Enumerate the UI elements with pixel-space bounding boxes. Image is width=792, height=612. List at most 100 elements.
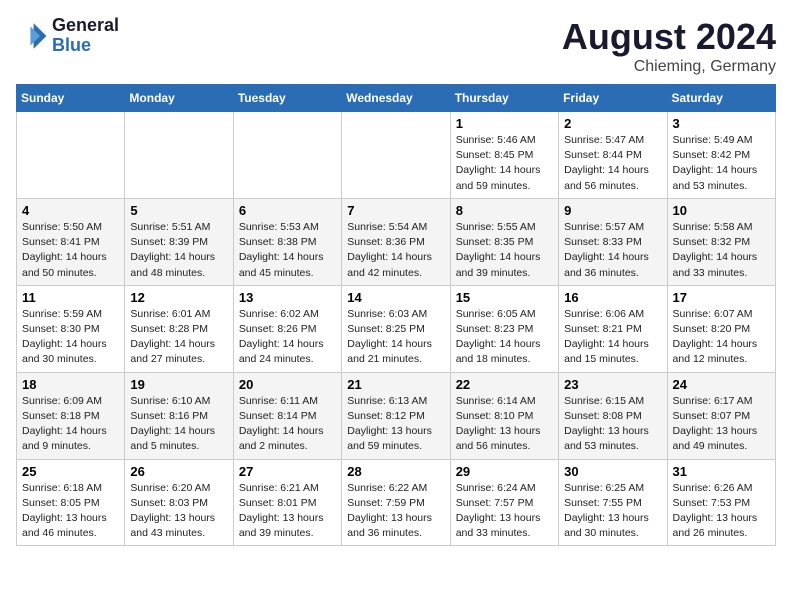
day-number: 15 (456, 290, 553, 305)
calendar-cell: 14 Sunrise: 6:03 AM Sunset: 8:25 PM Dayli… (342, 285, 450, 372)
weekday-header: Thursday (450, 85, 558, 112)
day-info: Sunrise: 6:26 AM Sunset: 7:53 PM Dayligh… (673, 481, 770, 542)
calendar-cell: 15 Sunrise: 6:05 AM Sunset: 8:23 PM Dayli… (450, 285, 558, 372)
day-number: 29 (456, 464, 553, 479)
day-info: Sunrise: 6:24 AM Sunset: 7:57 PM Dayligh… (456, 481, 553, 542)
calendar-cell: 5Sunrise: 5:51 AM Sunset: 8:39 PM Daylig… (125, 198, 233, 285)
day-info: Sunrise: 5:50 AM Sunset: 8:41 PM Dayligh… (22, 220, 119, 281)
calendar-cell: 16 Sunrise: 6:06 AM Sunset: 8:21 PM Dayli… (559, 285, 667, 372)
calendar-cell (17, 112, 125, 199)
calendar-week-row: 11 Sunrise: 5:59 AM Sunset: 8:30 PM Dayli… (17, 285, 776, 372)
day-info: Sunrise: 6:03 AM Sunset: 8:25 PM Dayligh… (347, 307, 444, 368)
calendar-cell (233, 112, 341, 199)
calendar-cell: 28Sunrise: 6:22 AM Sunset: 7:59 PM Dayli… (342, 459, 450, 546)
day-info: Sunrise: 6:14 AM Sunset: 8:10 PM Dayligh… (456, 394, 553, 455)
day-info: Sunrise: 5:54 AM Sunset: 8:36 PM Dayligh… (347, 220, 444, 281)
calendar-cell (125, 112, 233, 199)
day-info: Sunrise: 5:55 AM Sunset: 8:35 PM Dayligh… (456, 220, 553, 281)
day-number: 23 (564, 377, 661, 392)
calendar-cell: 4 Sunrise: 5:50 AM Sunset: 8:41 PM Daylig… (17, 198, 125, 285)
day-number: 22 (456, 377, 553, 392)
day-info: Sunrise: 5:49 AM Sunset: 8:42 PM Dayligh… (673, 133, 770, 194)
calendar-week-row: 18 Sunrise: 6:09 AM Sunset: 8:18 PM Dayli… (17, 372, 776, 459)
day-number: 1 (456, 116, 553, 131)
day-info: Sunrise: 6:11 AM Sunset: 8:14 PM Dayligh… (239, 394, 336, 455)
day-info: Sunrise: 6:05 AM Sunset: 8:23 PM Dayligh… (456, 307, 553, 368)
day-number: 9 (564, 203, 661, 218)
weekday-header: Monday (125, 85, 233, 112)
calendar-cell: 1Sunrise: 5:46 AM Sunset: 8:45 PM Daylig… (450, 112, 558, 199)
title-block: August 2024 Chieming, Germany (562, 16, 776, 76)
day-number: 16 (564, 290, 661, 305)
day-number: 26 (130, 464, 227, 479)
calendar-cell: 9Sunrise: 5:57 AM Sunset: 8:33 PM Daylig… (559, 198, 667, 285)
day-number: 6 (239, 203, 336, 218)
logo-icon (16, 20, 48, 52)
logo-blue: Blue (52, 36, 119, 56)
calendar-cell: 12 Sunrise: 6:01 AM Sunset: 8:28 PM Dayli… (125, 285, 233, 372)
calendar-cell: 18 Sunrise: 6:09 AM Sunset: 8:18 PM Dayli… (17, 372, 125, 459)
calendar-cell: 8 Sunrise: 5:55 AM Sunset: 8:35 PM Daylig… (450, 198, 558, 285)
day-info: Sunrise: 6:01 AM Sunset: 8:28 PM Dayligh… (130, 307, 227, 368)
day-number: 27 (239, 464, 336, 479)
calendar-title: August 2024 (562, 16, 776, 58)
calendar-table: SundayMondayTuesdayWednesdayThursdayFrid… (16, 84, 776, 546)
day-number: 24 (673, 377, 770, 392)
day-number: 10 (673, 203, 770, 218)
day-number: 19 (130, 377, 227, 392)
weekday-header: Sunday (17, 85, 125, 112)
day-number: 25 (22, 464, 119, 479)
day-info: Sunrise: 5:58 AM Sunset: 8:32 PM Dayligh… (673, 220, 770, 281)
page-header: General Blue August 2024 Chieming, Germa… (16, 16, 776, 76)
day-info: Sunrise: 5:51 AM Sunset: 8:39 PM Dayligh… (130, 220, 227, 281)
calendar-cell: 13Sunrise: 6:02 AM Sunset: 8:26 PM Dayli… (233, 285, 341, 372)
day-number: 18 (22, 377, 119, 392)
day-number: 14 (347, 290, 444, 305)
day-number: 11 (22, 290, 119, 305)
calendar-cell: 7 Sunrise: 5:54 AM Sunset: 8:36 PM Daylig… (342, 198, 450, 285)
day-number: 2 (564, 116, 661, 131)
calendar-cell: 10 Sunrise: 5:58 AM Sunset: 8:32 PM Dayli… (667, 198, 775, 285)
day-info: Sunrise: 6:21 AM Sunset: 8:01 PM Dayligh… (239, 481, 336, 542)
day-number: 31 (673, 464, 770, 479)
day-info: Sunrise: 6:17 AM Sunset: 8:07 PM Dayligh… (673, 394, 770, 455)
day-info: Sunrise: 5:59 AM Sunset: 8:30 PM Dayligh… (22, 307, 119, 368)
logo-general: General (52, 16, 119, 36)
calendar-cell: 25Sunrise: 6:18 AM Sunset: 8:05 PM Dayli… (17, 459, 125, 546)
day-info: Sunrise: 6:10 AM Sunset: 8:16 PM Dayligh… (130, 394, 227, 455)
day-info: Sunrise: 6:06 AM Sunset: 8:21 PM Dayligh… (564, 307, 661, 368)
day-info: Sunrise: 6:07 AM Sunset: 8:20 PM Dayligh… (673, 307, 770, 368)
calendar-location: Chieming, Germany (562, 58, 776, 76)
calendar-cell: 29 Sunrise: 6:24 AM Sunset: 7:57 PM Dayli… (450, 459, 558, 546)
day-info: Sunrise: 6:15 AM Sunset: 8:08 PM Dayligh… (564, 394, 661, 455)
calendar-cell: 27 Sunrise: 6:21 AM Sunset: 8:01 PM Dayli… (233, 459, 341, 546)
logo-text: General Blue (52, 16, 119, 56)
calendar-cell: 17Sunrise: 6:07 AM Sunset: 8:20 PM Dayli… (667, 285, 775, 372)
day-number: 30 (564, 464, 661, 479)
day-number: 13 (239, 290, 336, 305)
calendar-cell: 30 Sunrise: 6:25 AM Sunset: 7:55 PM Dayli… (559, 459, 667, 546)
calendar-cell: 26Sunrise: 6:20 AM Sunset: 8:03 PM Dayli… (125, 459, 233, 546)
weekday-header: Tuesday (233, 85, 341, 112)
day-info: Sunrise: 6:09 AM Sunset: 8:18 PM Dayligh… (22, 394, 119, 455)
calendar-cell: 31 Sunrise: 6:26 AM Sunset: 7:53 PM Dayli… (667, 459, 775, 546)
weekday-header-row: SundayMondayTuesdayWednesdayThursdayFrid… (17, 85, 776, 112)
calendar-cell (342, 112, 450, 199)
day-number: 8 (456, 203, 553, 218)
day-number: 21 (347, 377, 444, 392)
day-info: Sunrise: 6:25 AM Sunset: 7:55 PM Dayligh… (564, 481, 661, 542)
day-number: 4 (22, 203, 119, 218)
calendar-cell: 2 Sunrise: 5:47 AM Sunset: 8:44 PM Daylig… (559, 112, 667, 199)
day-number: 20 (239, 377, 336, 392)
day-number: 7 (347, 203, 444, 218)
day-info: Sunrise: 6:13 AM Sunset: 8:12 PM Dayligh… (347, 394, 444, 455)
day-number: 3 (673, 116, 770, 131)
logo: General Blue (16, 16, 119, 56)
calendar-cell: 21 Sunrise: 6:13 AM Sunset: 8:12 PM Dayli… (342, 372, 450, 459)
calendar-week-row: 1Sunrise: 5:46 AM Sunset: 8:45 PM Daylig… (17, 112, 776, 199)
calendar-cell: 24 Sunrise: 6:17 AM Sunset: 8:07 PM Dayli… (667, 372, 775, 459)
day-number: 12 (130, 290, 227, 305)
day-info: Sunrise: 5:47 AM Sunset: 8:44 PM Dayligh… (564, 133, 661, 194)
day-info: Sunrise: 5:53 AM Sunset: 8:38 PM Dayligh… (239, 220, 336, 281)
calendar-cell: 3 Sunrise: 5:49 AM Sunset: 8:42 PM Daylig… (667, 112, 775, 199)
